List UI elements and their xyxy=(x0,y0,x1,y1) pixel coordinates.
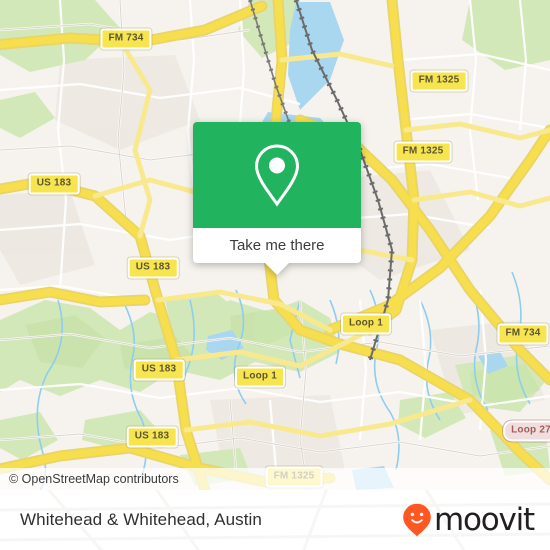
road-shield-label: FM 1325 xyxy=(418,74,460,86)
road-shield-label: FM 734 xyxy=(108,32,144,44)
road-shield-label: US 183 xyxy=(135,261,171,273)
card-image-header xyxy=(193,122,361,228)
road-shield-label: Loop 1 xyxy=(243,370,277,382)
road-shield[interactable]: FM 734 xyxy=(497,323,549,345)
take-me-there-label: Take me there xyxy=(229,237,325,254)
card-action-bar[interactable]: Take me there xyxy=(193,228,361,263)
road-shield-label: Loop 27 xyxy=(511,424,550,436)
road-shield-label: FM 734 xyxy=(505,327,541,339)
road-shield[interactable]: US 183 xyxy=(28,173,80,195)
road-shield[interactable]: US 183 xyxy=(126,426,178,448)
road-shield[interactable]: Loop 27 xyxy=(503,420,550,442)
footer-bar: Whitehead & Whitehead, Austin moovit xyxy=(0,490,550,550)
road-shield[interactable]: FM 1325 xyxy=(394,141,452,163)
road-shield-label: US 183 xyxy=(134,430,170,442)
road-shield[interactable]: Loop 1 xyxy=(341,313,391,335)
road-shield[interactable]: FM 1325 xyxy=(410,70,468,92)
road-shield[interactable]: Loop 1 xyxy=(235,366,285,388)
road-shield-label: US 183 xyxy=(141,363,177,375)
road-shield[interactable]: US 183 xyxy=(133,359,185,381)
road-shield[interactable]: US 183 xyxy=(127,257,179,279)
road-shield[interactable]: FM 734 xyxy=(100,28,152,50)
road-shield-label: Loop 1 xyxy=(349,317,383,329)
attribution-text[interactable]: © OpenStreetMap contributors xyxy=(0,472,179,486)
road-shield-label: FM 1325 xyxy=(402,145,444,157)
place-title: Whitehead & Whitehead, Austin xyxy=(20,510,262,529)
card-pointer-tail xyxy=(265,263,289,275)
moovit-wordmark: moovit xyxy=(433,502,535,538)
road-shield-label: US 183 xyxy=(36,177,72,189)
map-screen: FM 734 FM 1325 FM 1325 US 183 US 183 Loo… xyxy=(0,0,550,550)
moovit-logo[interactable]: moovit xyxy=(402,502,550,538)
location-popup-card[interactable]: Take me there xyxy=(193,122,361,275)
map-pin-icon xyxy=(254,144,300,207)
map-attribution: © OpenStreetMap contributors xyxy=(0,468,550,490)
moovit-pin-smiley-icon xyxy=(403,503,431,537)
